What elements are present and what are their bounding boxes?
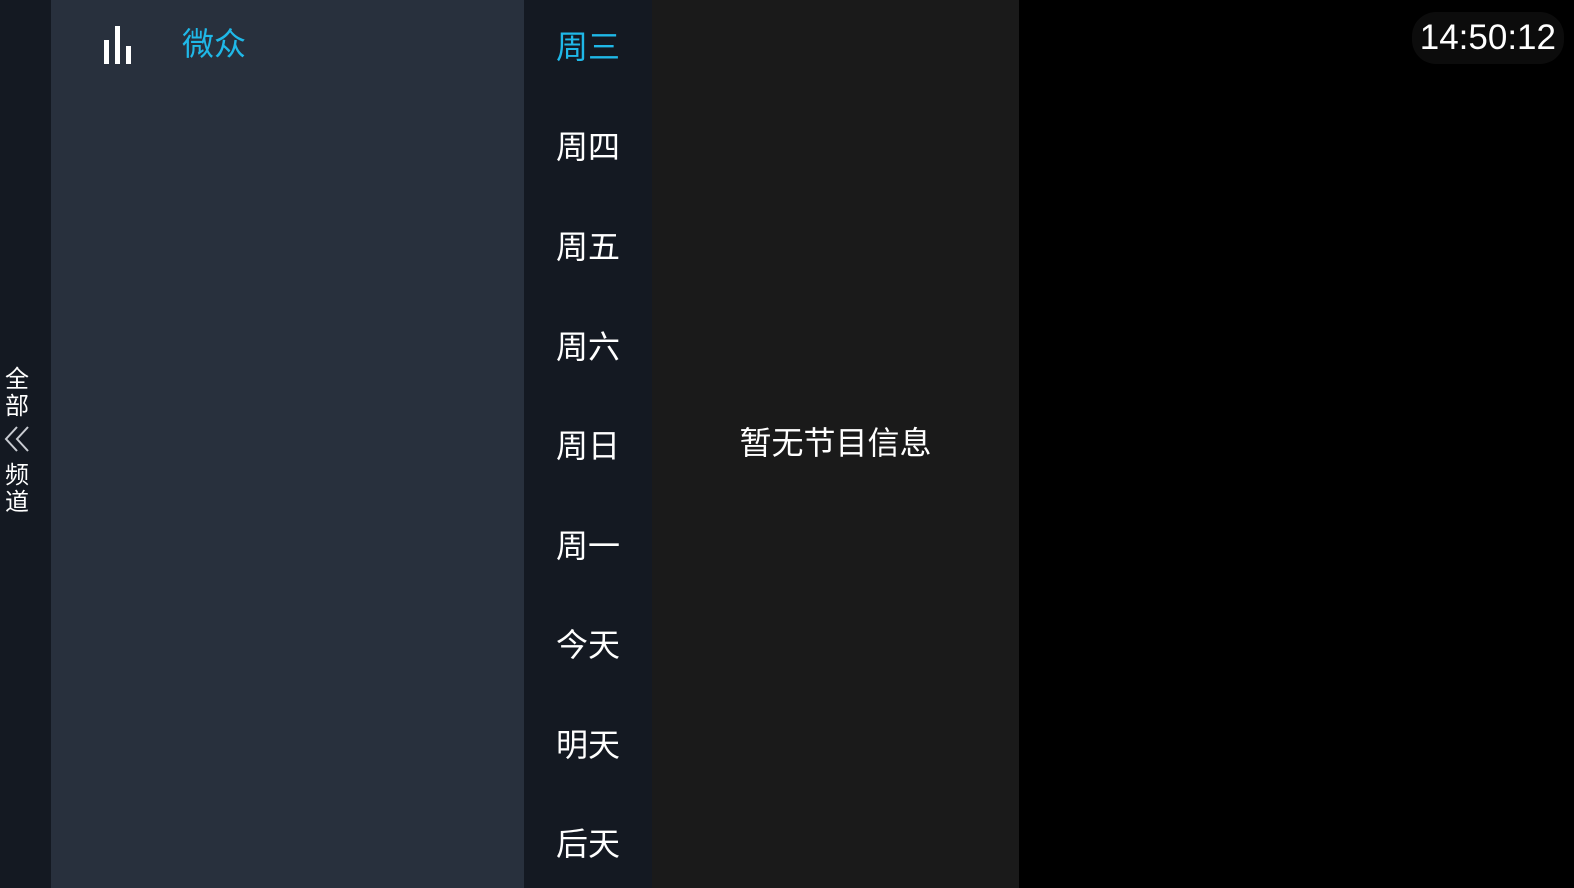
channel-list: 微众 <box>51 0 524 888</box>
all-channels-tab-top-label: 全部 <box>5 365 29 420</box>
day-list: 周三 周四 周五 周六 周日 周一 今天 明天 后天 <box>524 0 652 888</box>
channel-item[interactable]: 微众 <box>51 0 524 90</box>
day-item-friday[interactable]: 周五 <box>524 195 652 295</box>
all-channels-tab-content: 全部 频道 <box>0 366 34 516</box>
no-program-message: 暂无节目信息 <box>739 424 932 462</box>
clock: 14:50:12 <box>1411 12 1564 64</box>
day-item-wednesday[interactable]: 周三 <box>524 0 652 95</box>
double-chevron-left-icon <box>4 426 29 452</box>
day-item-sunday[interactable]: 周日 <box>524 394 652 494</box>
channel-name: 微众 <box>182 25 247 63</box>
epg-screen: 全部 频道 微众 周三 周四 周五 周六 周日 周一 今天 明天 后天 暂无节目… <box>0 0 1574 888</box>
day-item-saturday[interactable]: 周六 <box>524 295 652 395</box>
signal-bars-icon <box>104 26 131 64</box>
day-item-tomorrow[interactable]: 明天 <box>524 693 652 793</box>
day-item-day-after-tomorrow[interactable]: 后天 <box>524 792 652 888</box>
all-channels-tab-bottom-label: 频道 <box>5 461 29 516</box>
program-list: 暂无节目信息 <box>652 0 1019 888</box>
day-item-thursday[interactable]: 周四 <box>524 95 652 195</box>
all-channels-tab[interactable]: 全部 频道 <box>0 0 51 888</box>
day-item-today[interactable]: 今天 <box>524 593 652 693</box>
day-item-monday[interactable]: 周一 <box>524 494 652 594</box>
